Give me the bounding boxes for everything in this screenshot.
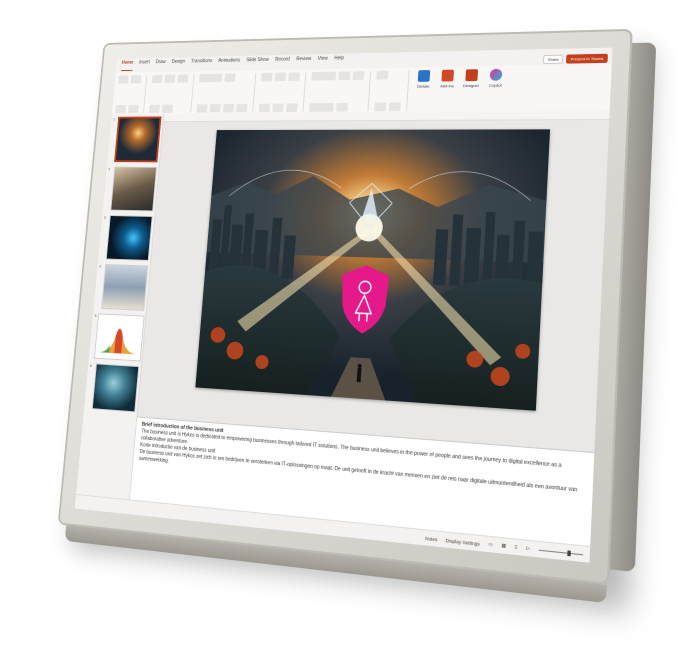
cut-button[interactable] [130, 75, 142, 84]
tab-design[interactable]: Design [171, 59, 185, 70]
copilot-label: Copilot [488, 82, 502, 88]
zoom-slider-handle[interactable] [567, 549, 571, 556]
reset-button[interactable] [177, 74, 189, 83]
add-ins-label: Add-ins [440, 83, 454, 89]
designer-button[interactable]: Designer [462, 69, 481, 91]
slide-thumbnail-image [114, 116, 162, 163]
zoom-slider[interactable] [538, 549, 584, 556]
section-button[interactable] [161, 104, 173, 113]
shapes-gallery[interactable] [311, 71, 337, 81]
slides-group [148, 74, 195, 113]
slide-thumbnail-image [100, 264, 149, 311]
tab-home[interactable]: Home [120, 60, 134, 72]
replace-button[interactable] [374, 102, 387, 112]
dictate-label: Dictate [417, 83, 430, 89]
numbering-button[interactable] [274, 72, 287, 82]
slide-thumbnail[interactable]: 4 [95, 263, 149, 311]
tab-animations[interactable]: Animations [218, 58, 240, 69]
share-row: Share Present in Teams [543, 53, 608, 65]
new-slide-button[interactable] [151, 74, 163, 84]
tab-insert[interactable]: Insert [138, 60, 150, 71]
slide-number: 4 [99, 263, 102, 269]
slide-thumbnail-image [91, 363, 140, 413]
designer-label: Designer [462, 82, 480, 89]
align-left-button[interactable] [258, 103, 271, 113]
format-painter-button[interactable] [127, 104, 139, 114]
paragraph-group [258, 72, 307, 113]
align-center-button[interactable] [272, 103, 284, 113]
scene: Home Insert Draw Design Transitions Anim… [0, 0, 688, 655]
designer-icon [465, 69, 479, 82]
add-ins-icon [441, 69, 455, 82]
slide-thumbnail[interactable]: 1 [109, 116, 162, 163]
select-button[interactable] [388, 102, 401, 112]
normal-view-icon[interactable]: ▭ [488, 541, 493, 548]
bullets-button[interactable] [261, 72, 273, 82]
monitor-frame: Home Insert Draw Design Transitions Anim… [57, 28, 657, 604]
layout-button[interactable] [164, 74, 176, 83]
copy-button[interactable] [115, 105, 127, 114]
copilot-button[interactable]: Copilot [486, 68, 506, 91]
quick-styles-button[interactable] [352, 71, 365, 80]
powerpoint-window: Home Insert Draw Design Transitions Anim… [74, 47, 613, 563]
bell-curve-thumbnail-graphic [99, 327, 140, 355]
tab-slide-show[interactable]: Slide Show [246, 57, 269, 69]
slide-thumbnail[interactable]: 3 [100, 215, 153, 261]
italic-button[interactable] [209, 104, 221, 113]
horizontal-ruler [163, 110, 610, 122]
slide-thumbnail-image [110, 166, 157, 212]
editing-group [374, 70, 410, 112]
bold-button[interactable] [196, 104, 208, 113]
tab-record[interactable]: Record [274, 57, 290, 68]
workspace: 1 2 3 4 5 6 Brief introduction of the bu… [76, 110, 610, 548]
paste-button[interactable] [118, 75, 129, 84]
present-in-teams-button[interactable]: Present in Teams [566, 53, 608, 64]
underline-button[interactable] [222, 103, 235, 113]
text-direction-button[interactable] [288, 72, 300, 81]
tab-view[interactable]: View [317, 56, 328, 68]
dictate-button[interactable]: Dictate [414, 70, 433, 92]
font-name-select[interactable] [198, 73, 223, 83]
slide-number: 6 [89, 363, 93, 368]
slide-number: 2 [108, 166, 111, 172]
slide-thumbnail[interactable]: 5 [91, 313, 145, 362]
slide-thumbnail-image [105, 215, 153, 261]
share-button[interactable]: Share [543, 54, 564, 65]
find-button[interactable] [376, 70, 389, 80]
slide-thumbnail-image [94, 313, 145, 362]
slide-editor: Brief introduction of the business unit … [129, 110, 610, 548]
shape-fill-button[interactable] [308, 103, 334, 112]
current-slide[interactable] [195, 129, 551, 411]
tab-draw[interactable]: Draw [155, 59, 165, 70]
tab-transitions[interactable]: Transitions [190, 58, 213, 69]
slide-thumbnail[interactable]: 2 [104, 166, 157, 212]
shape-outline-button[interactable] [336, 102, 348, 112]
monitor-side-edge [609, 42, 657, 573]
font-group [196, 73, 257, 113]
drawing-group [308, 71, 372, 112]
tab-help[interactable]: Help [334, 55, 344, 67]
slideshow-icon[interactable]: ▷ [526, 545, 530, 552]
tab-review[interactable]: Review [296, 56, 312, 68]
font-size-select[interactable] [224, 73, 236, 82]
slide-image [195, 129, 551, 411]
display-settings-button[interactable]: Display Settings [446, 537, 480, 546]
slide-sorter-icon[interactable]: ▦ [501, 543, 506, 550]
slide-number: 1 [112, 116, 116, 122]
clipboard-group [115, 75, 148, 114]
font-color-button[interactable] [236, 103, 248, 113]
notes-toggle-button[interactable]: Notes [425, 535, 438, 542]
copilot-icon [489, 68, 503, 81]
reading-view-icon[interactable]: ▯ [515, 544, 518, 551]
reuse-slides-button[interactable] [148, 104, 160, 113]
microphone-icon [417, 70, 431, 82]
slide-number: 3 [103, 214, 106, 220]
smartart-button[interactable] [285, 103, 298, 112]
slide-thumbnail[interactable]: 6 [86, 363, 140, 413]
slide-number: 5 [94, 313, 97, 318]
arrange-button[interactable] [338, 71, 351, 81]
add-ins-button[interactable]: Add-ins [438, 69, 457, 92]
